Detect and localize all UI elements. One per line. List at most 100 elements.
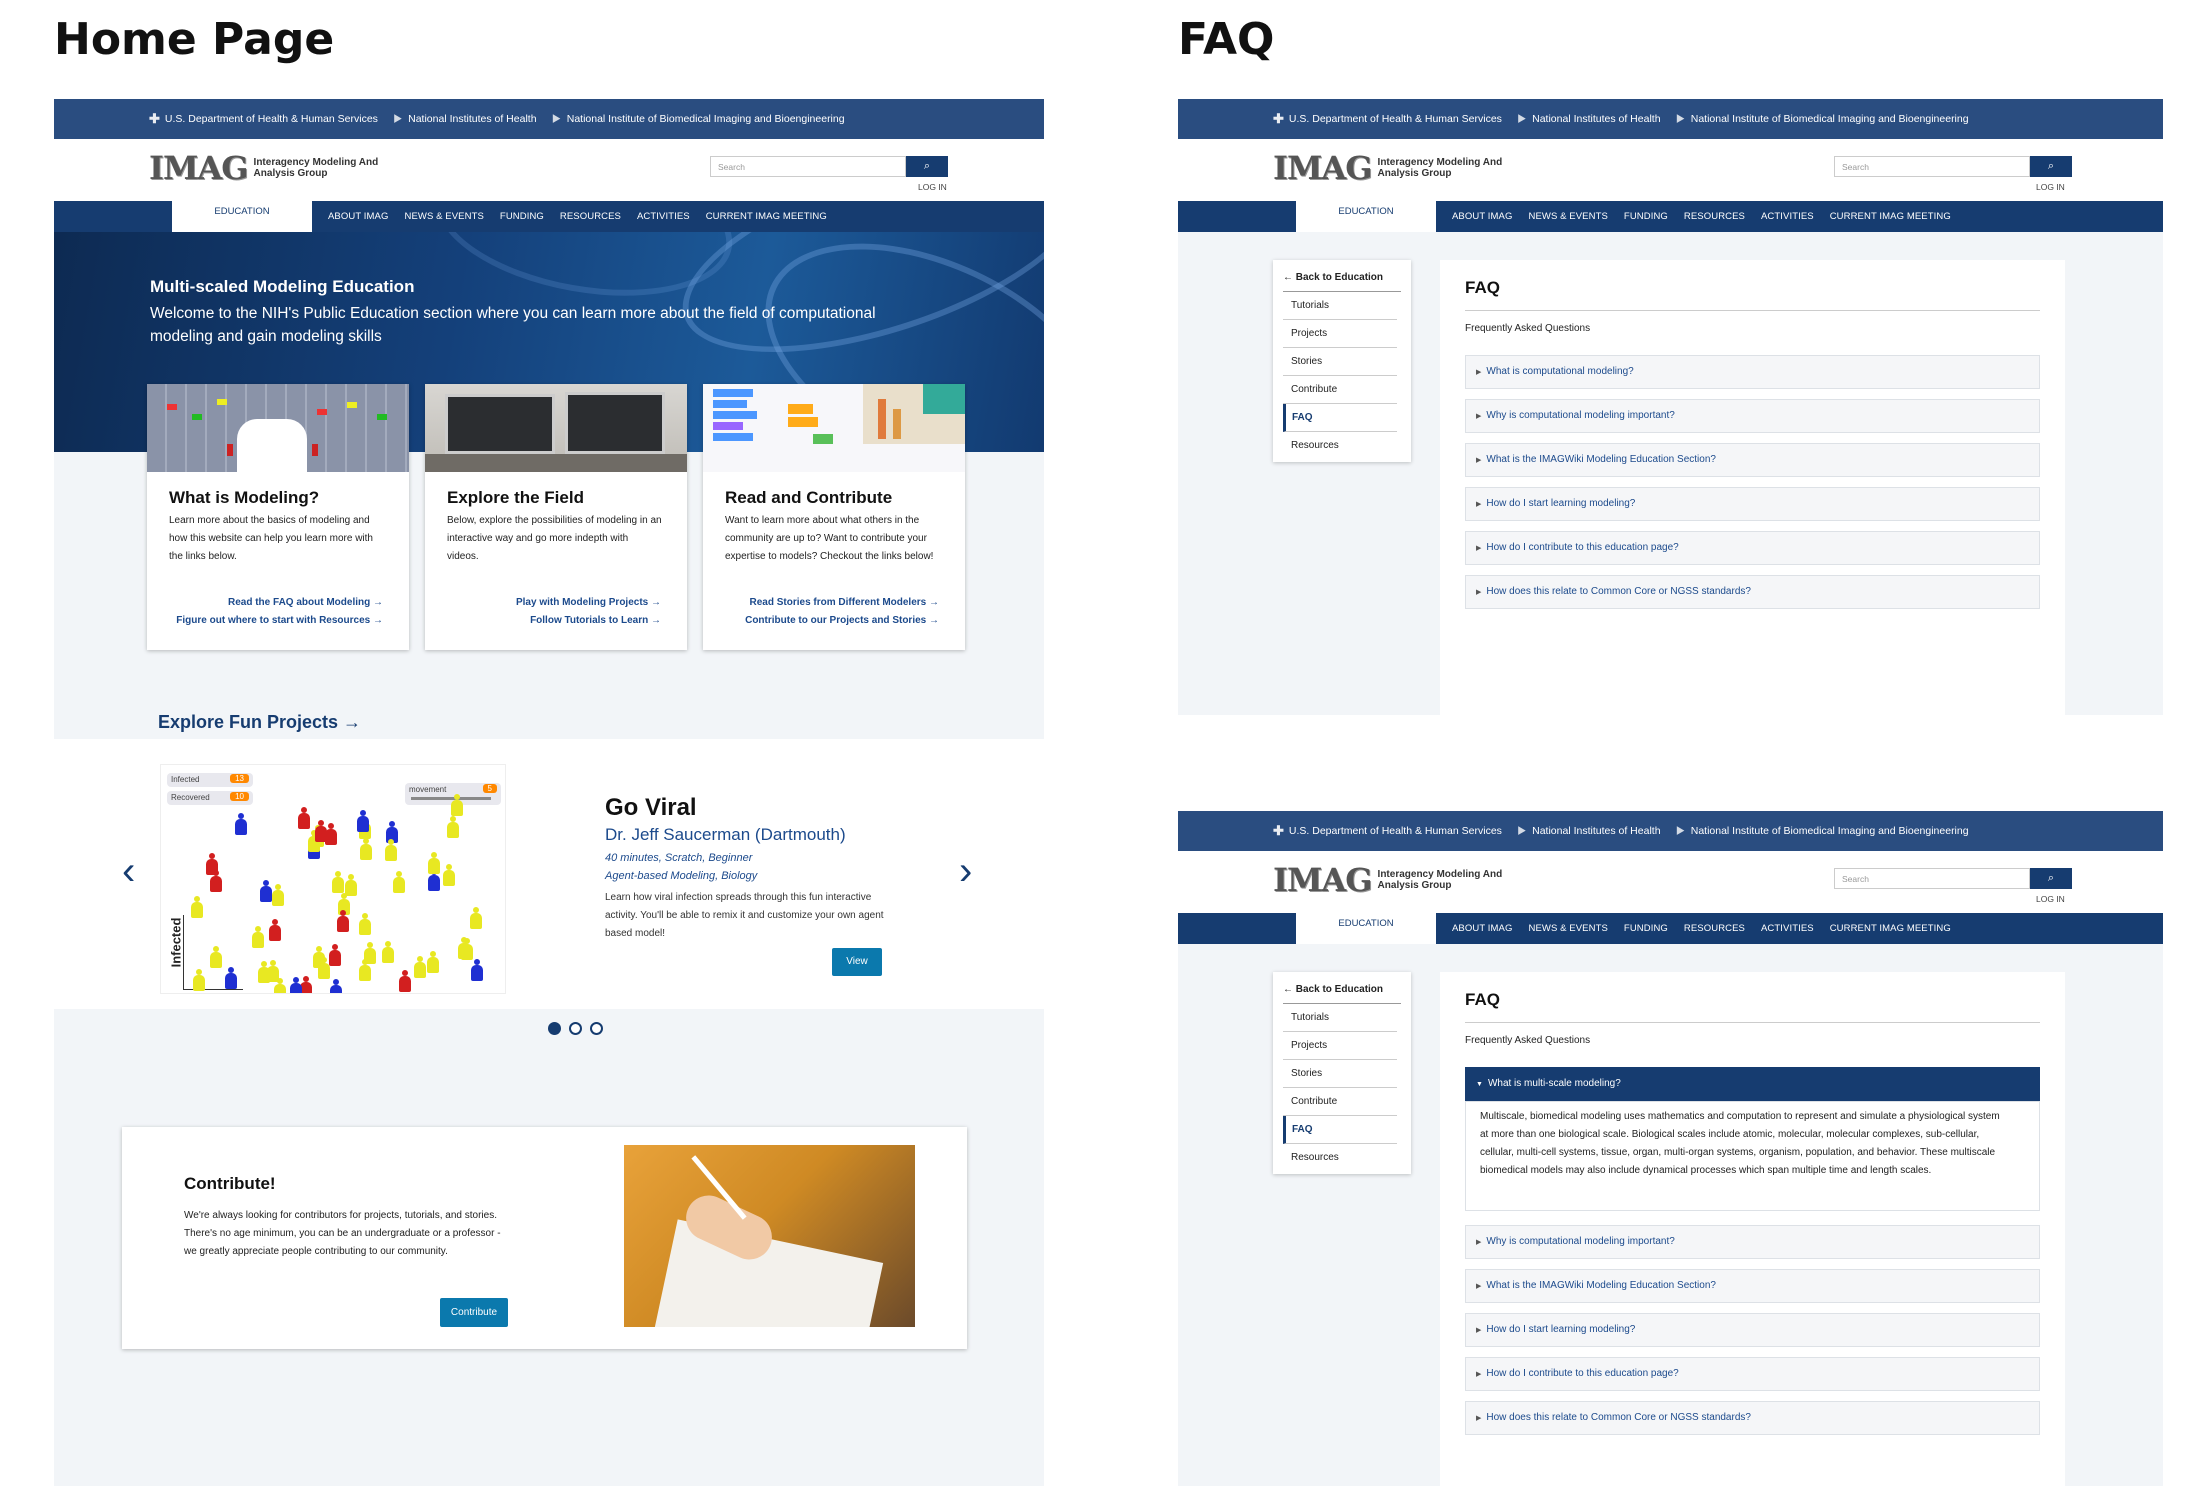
- imag-logo[interactable]: IMAG Interagency Modeling And Analysis Gr…: [1273, 149, 1502, 187]
- nav-education[interactable]: EDUCATION: [1296, 910, 1436, 944]
- nav-meeting[interactable]: CURRENT IMAG MEETING: [1822, 211, 1959, 222]
- nav-about[interactable]: ABOUT IMAG: [320, 211, 396, 222]
- nav-news[interactable]: NEWS & EVENTS: [1520, 923, 1615, 934]
- faq-question[interactable]: ▶ How do I start learning modeling?: [1465, 1313, 2040, 1347]
- faq-question[interactable]: ▶ How does this relate to Common Core or …: [1465, 1401, 2040, 1435]
- explore-projects-link[interactable]: Explore Fun Projects →: [158, 712, 361, 733]
- sidebar-item-contribute[interactable]: Contribute: [1283, 376, 1397, 404]
- agent-figure: [470, 958, 483, 981]
- back-to-education-link[interactable]: ← Back to Education: [1283, 976, 1401, 1004]
- contribute-title: Contribute!: [184, 1174, 276, 1193]
- main-nav: EDUCATION ABOUT IMAG NEWS & EVENTS FUNDI…: [54, 198, 1044, 232]
- chevron-right-icon[interactable]: ›: [959, 849, 972, 894]
- nav-resources[interactable]: RESOURCES: [552, 211, 629, 222]
- sidebar-item-stories[interactable]: Stories: [1283, 348, 1397, 376]
- slide-dot-2[interactable]: [569, 1022, 582, 1035]
- sidebar-item-projects[interactable]: Projects: [1283, 1032, 1397, 1060]
- nav-activities[interactable]: ACTIVITIES: [1753, 211, 1822, 222]
- resources-link[interactable]: Figure out where to start with Resources…: [176, 615, 383, 626]
- hero-text: Welcome to the NIH's Public Education se…: [150, 305, 876, 345]
- login-link[interactable]: LOG IN: [918, 182, 947, 192]
- nav-education[interactable]: EDUCATION: [1296, 198, 1436, 232]
- back-to-education-link[interactable]: ← Back to Education: [1283, 264, 1401, 292]
- agent-figure: [413, 956, 426, 979]
- contribute-button[interactable]: Contribute: [440, 1298, 508, 1327]
- faq-question[interactable]: ▶ How do I start learning modeling?: [1465, 487, 2040, 521]
- traffic-image: [147, 384, 409, 472]
- card-title: Read and Contribute: [725, 488, 893, 507]
- faq-sidebar: ← Back to Education Tutorials Projects S…: [1273, 260, 1411, 462]
- nav-funding[interactable]: FUNDING: [1616, 923, 1676, 934]
- stories-link[interactable]: Read Stories from Different Modelers →: [750, 597, 939, 608]
- nibib-link[interactable]: ⯈ National Institute of Biomedical Imagin…: [1675, 823, 1969, 840]
- hhs-link[interactable]: ✚ U.S. Department of Health & Human Servi…: [1273, 111, 1502, 127]
- sidebar-item-resources[interactable]: Resources: [1283, 1144, 1397, 1172]
- sidebar-item-projects[interactable]: Projects: [1283, 320, 1397, 348]
- nav-resources[interactable]: RESOURCES: [1676, 211, 1753, 222]
- login-link[interactable]: LOG IN: [2036, 894, 2065, 904]
- faq-link[interactable]: Read the FAQ about Modeling →: [228, 597, 383, 608]
- carousel-author: Dr. Jeff Saucerman (Dartmouth): [605, 825, 846, 844]
- nav-activities[interactable]: ACTIVITIES: [629, 211, 698, 222]
- faq-page-frame-b: ✚ U.S. Department of Health & Human Servi…: [1178, 811, 2163, 1486]
- faq-question[interactable]: ▶ How does this relate to Common Core or …: [1465, 575, 2040, 609]
- nav-activities[interactable]: ACTIVITIES: [1753, 923, 1822, 934]
- nav-about[interactable]: ABOUT IMAG: [1444, 211, 1520, 222]
- nav-education[interactable]: EDUCATION: [172, 198, 312, 232]
- nav-news[interactable]: NEWS & EVENTS: [396, 211, 491, 222]
- faq-title: FAQ: [1465, 990, 1500, 1009]
- search-input[interactable]: Search: [1834, 156, 2030, 177]
- faq-question[interactable]: ▶ Why is computational modeling important…: [1465, 399, 2040, 433]
- sidebar-item-resources[interactable]: Resources: [1283, 432, 1397, 460]
- faq-question[interactable]: ▶ What is computational modeling?: [1465, 355, 2040, 389]
- sidebar-item-faq[interactable]: FAQ: [1283, 404, 1397, 432]
- faq-question[interactable]: ▶ How do I contribute to this education p…: [1465, 531, 2040, 565]
- tutorials-link[interactable]: Follow Tutorials to Learn →: [530, 615, 661, 626]
- search-input[interactable]: Search: [1834, 868, 2030, 889]
- nav-about[interactable]: ABOUT IMAG: [1444, 923, 1520, 934]
- faq-question-open[interactable]: ▼ What is multi-scale modeling?: [1465, 1067, 2040, 1101]
- login-link[interactable]: LOG IN: [2036, 182, 2065, 192]
- nav-meeting[interactable]: CURRENT IMAG MEETING: [698, 211, 835, 222]
- faq-question[interactable]: ▶ Why is computational modeling important…: [1465, 1225, 2040, 1259]
- projects-link[interactable]: Play with Modeling Projects →: [516, 597, 661, 608]
- agent-figure: [209, 946, 222, 969]
- search-button[interactable]: ⌕: [906, 156, 948, 177]
- nih-link[interactable]: ⯈ National Institutes of Health: [1516, 111, 1661, 128]
- contribute-link[interactable]: Contribute to our Projects and Stories →: [745, 615, 939, 626]
- sidebar-item-stories[interactable]: Stories: [1283, 1060, 1397, 1088]
- faq-question[interactable]: ▶ What is the IMAGWiki Modeling Education…: [1465, 443, 2040, 477]
- sidebar-item-tutorials[interactable]: Tutorials: [1283, 292, 1397, 320]
- view-button[interactable]: View: [832, 948, 882, 976]
- imag-logo[interactable]: IMAG Interagency Modeling And Analysis Gr…: [1273, 861, 1502, 899]
- nav-funding[interactable]: FUNDING: [1616, 211, 1676, 222]
- search-input[interactable]: Search: [710, 156, 906, 177]
- search-button[interactable]: ⌕: [2030, 156, 2072, 177]
- nibib-link[interactable]: ⯈ National Institute of Biomedical Imagin…: [551, 111, 845, 128]
- nav-meeting[interactable]: CURRENT IMAG MEETING: [1822, 923, 1959, 934]
- nih-link[interactable]: ⯈ National Institutes of Health: [1516, 823, 1661, 840]
- contribute-text: We're always looking for contributors fo…: [184, 1210, 501, 1257]
- hhs-link[interactable]: ✚ U.S. Department of Health & Human Servi…: [1273, 823, 1502, 839]
- nav-funding[interactable]: FUNDING: [492, 211, 552, 222]
- infected-counter: Infected 13: [167, 773, 253, 787]
- nih-link[interactable]: ⯈ National Institutes of Health: [392, 111, 537, 128]
- slide-dot-3[interactable]: [590, 1022, 603, 1035]
- nibib-link[interactable]: ⯈ National Institute of Biomedical Imagin…: [1675, 111, 1969, 128]
- imag-logo[interactable]: IMAG Interagency Modeling And Analysis Gr…: [149, 149, 378, 187]
- faq-question[interactable]: ▶ How do I contribute to this education p…: [1465, 1357, 2040, 1391]
- search-button[interactable]: ⌕: [2030, 868, 2072, 889]
- chevron-left-icon[interactable]: ‹: [122, 849, 135, 894]
- hhs-link[interactable]: ✚ U.S. Department of Health & Human Servi…: [149, 111, 378, 127]
- sidebar-item-contribute[interactable]: Contribute: [1283, 1088, 1397, 1116]
- sidebar-item-faq[interactable]: FAQ: [1283, 1116, 1397, 1144]
- faq-question[interactable]: ▶ What is the IMAGWiki Modeling Education…: [1465, 1269, 2040, 1303]
- nav-news[interactable]: NEWS & EVENTS: [1520, 211, 1615, 222]
- agent-figure: [329, 978, 342, 993]
- main-nav: EDUCATION ABOUT IMAG NEWS & EVENTS FUNDI…: [1178, 910, 2163, 944]
- sidebar-item-tutorials[interactable]: Tutorials: [1283, 1004, 1397, 1032]
- agent-figure: [357, 810, 370, 833]
- agent-figure: [271, 883, 284, 906]
- slide-dot-1[interactable]: [548, 1022, 561, 1035]
- nav-resources[interactable]: RESOURCES: [1676, 923, 1753, 934]
